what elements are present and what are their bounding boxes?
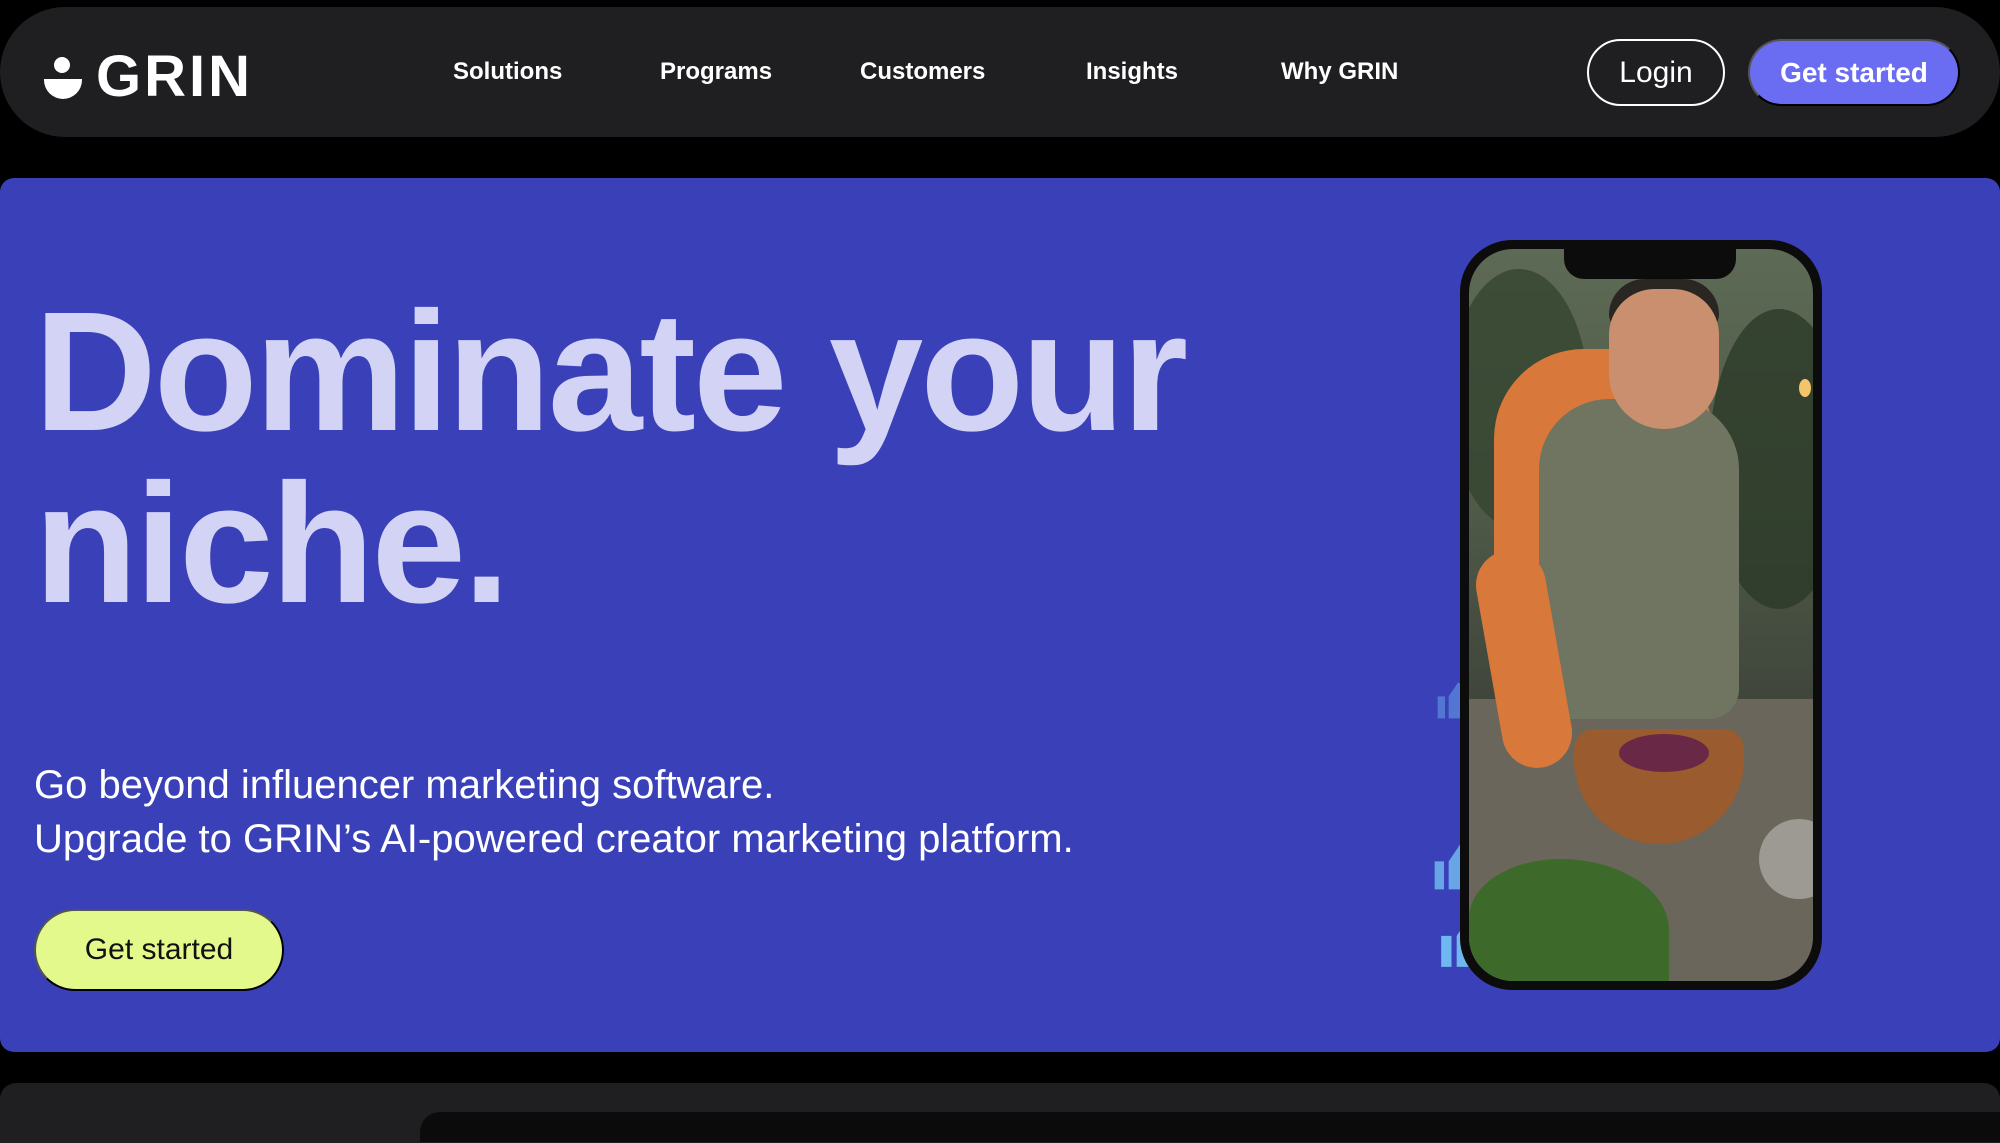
nav-get-started-button[interactable]: Get started: [1748, 39, 1960, 106]
hero-subheading: Go beyond influencer marketing software.…: [34, 758, 1074, 866]
hero-headline: Dominate your niche.: [34, 277, 1188, 639]
top-navbar: GRIN Solutions Programs Customers Insigh…: [0, 7, 2000, 137]
nav-why-grin[interactable]: Why GRIN: [1281, 7, 1398, 137]
hero-section: Dominate your niche. Go beyond influence…: [0, 178, 2000, 1052]
phone-notch: [1564, 249, 1736, 279]
nav-solutions[interactable]: Solutions: [453, 7, 562, 137]
phone-mockup: [1460, 240, 1822, 990]
nav-insights[interactable]: Insights: [1086, 7, 1178, 137]
creator-video-image: [1469, 249, 1813, 981]
nav-programs[interactable]: Programs: [660, 7, 772, 137]
headline-line-1: Dominate your: [34, 277, 1188, 467]
subheading-line-2: Upgrade to GRIN’s AI-powered creator mar…: [34, 817, 1074, 861]
subheading-line-1: Go beyond influencer marketing software.: [34, 763, 775, 807]
headline-line-2: niche.: [34, 449, 510, 639]
next-section-inner: [420, 1112, 2000, 1142]
hero-get-started-button[interactable]: Get started: [34, 909, 284, 991]
login-button[interactable]: Login: [1587, 39, 1725, 106]
nav-customers[interactable]: Customers: [860, 7, 985, 137]
